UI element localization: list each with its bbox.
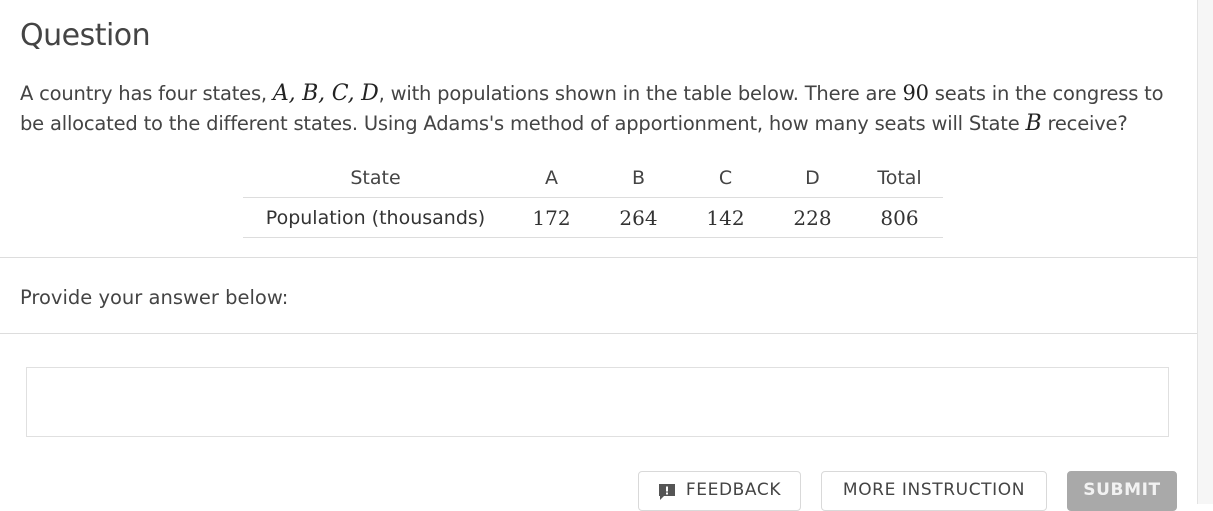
question-text-part: , with populations shown in the table be… — [378, 82, 903, 105]
table-column-header: D — [769, 158, 856, 198]
seats-count: 90 — [902, 81, 929, 105]
table-header-row: State A B C D Total — [243, 158, 943, 198]
feedback-label: FEEDBACK — [685, 480, 782, 500]
feedback-icon — [658, 484, 675, 500]
target-state: B — [1025, 111, 1042, 136]
submit-button[interactable]: SUBMIT — [1067, 471, 1177, 511]
question-text-part: A country has four states, — [20, 82, 273, 105]
table-column-header: Total — [856, 158, 943, 198]
submit-label: SUBMIT — [1083, 480, 1161, 500]
table-cell: 806 — [856, 197, 943, 238]
states-math: A, B, C, D — [272, 81, 379, 106]
table-cell: 228 — [769, 197, 856, 238]
table-row: Population (thousands) 172 264 142 228 8… — [243, 197, 943, 238]
answer-input[interactable] — [26, 367, 1169, 437]
question-text: A country has four states, A, B, C, D, w… — [20, 78, 1190, 139]
side-panel-edge — [1198, 0, 1213, 504]
divider — [0, 333, 1197, 334]
population-table: State A B C D Total Population (thousand… — [243, 158, 943, 238]
question-text-part: receive? — [1041, 112, 1128, 135]
table-row-label: Population (thousands) — [243, 197, 508, 238]
more-instruction-button[interactable]: MORE INSTRUCTION — [821, 471, 1047, 511]
table-column-header: B — [595, 158, 682, 198]
table-cell: 172 — [508, 197, 595, 238]
table-column-header: C — [682, 158, 769, 198]
table-cell: 142 — [682, 197, 769, 238]
table-cell: 264 — [595, 197, 682, 238]
feedback-button[interactable]: FEEDBACK — [638, 471, 801, 511]
question-title: Question — [20, 18, 151, 53]
table-column-header: A — [508, 158, 595, 198]
answer-prompt: Provide your answer below: — [20, 286, 289, 309]
more-instruction-label: MORE INSTRUCTION — [842, 480, 1026, 500]
question-panel: Question A country has four states, A, B… — [0, 0, 1198, 511]
divider — [0, 257, 1197, 258]
table-header-label: State — [243, 158, 508, 198]
